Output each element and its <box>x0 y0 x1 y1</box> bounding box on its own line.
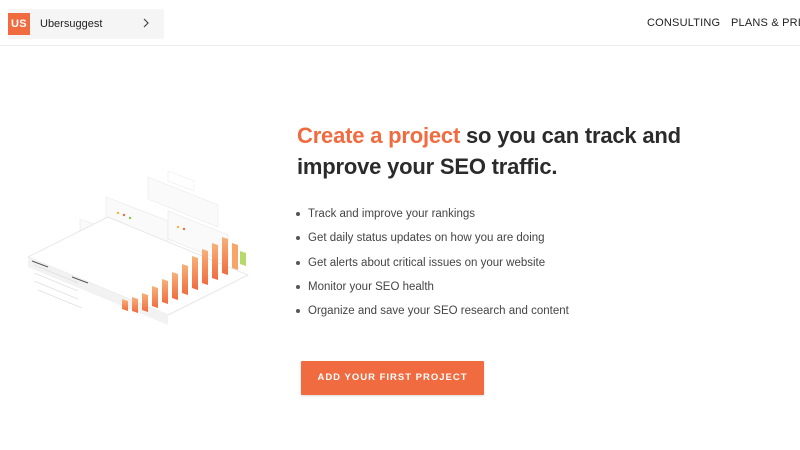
headline-line-2: improve your SEO traffic. <box>297 154 558 179</box>
bullet-icon <box>296 284 300 289</box>
headline-accent: Create a project <box>297 123 461 148</box>
feature-text: Monitor your SEO health <box>308 280 434 293</box>
ubersuggest-logo: US <box>8 13 30 35</box>
project-selector[interactable]: US Ubersuggest <box>8 9 164 39</box>
feature-text: Get daily status updates on how you are … <box>308 232 545 245</box>
bullet-icon <box>296 260 300 265</box>
top-navigation-bar: US Ubersuggest CONSULTING PLANS & PRICIN… <box>0 0 800 46</box>
nav-plans-pricing-link[interactable]: PLANS & PRICING <box>731 17 800 29</box>
headline-rest: so you can track and <box>460 123 681 148</box>
feature-text: Organize and save your SEO research and … <box>308 305 569 318</box>
list-item: Track and improve your rankings <box>296 206 569 230</box>
chevron-right-icon <box>143 18 149 28</box>
bullet-icon <box>296 212 300 216</box>
list-item: Get alerts about critical issues on your… <box>296 255 569 279</box>
brand-name: Ubersuggest <box>40 18 103 30</box>
page-title: Create a project so you can track and im… <box>297 120 777 182</box>
list-item: Organize and save your SEO research and … <box>296 303 569 327</box>
dashboard-illustration-icon <box>18 165 268 340</box>
list-item: Get daily status updates on how you are … <box>296 230 569 254</box>
add-first-project-button[interactable]: ADD YOUR FIRST PROJECT <box>301 361 484 395</box>
list-item: Monitor your SEO health <box>296 279 569 303</box>
nav-consulting-link[interactable]: CONSULTING <box>647 17 720 29</box>
feature-list: Track and improve your rankings Get dail… <box>296 206 569 327</box>
bullet-icon <box>296 309 300 314</box>
feature-text: Get alerts about critical issues on your… <box>308 256 546 269</box>
feature-text: Track and improve your rankings <box>308 208 476 220</box>
bullet-icon <box>296 236 300 241</box>
